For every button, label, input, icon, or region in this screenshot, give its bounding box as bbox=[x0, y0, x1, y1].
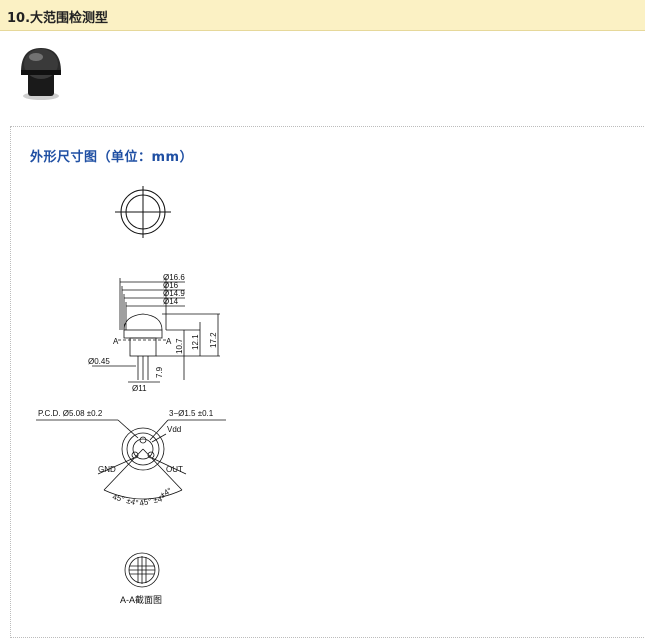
dim-label: 12.1 bbox=[191, 334, 200, 350]
pin-diameter-label: Ø0.45 bbox=[88, 357, 110, 366]
out-label: OUT bbox=[166, 465, 183, 474]
dim-label: 17.2 bbox=[209, 332, 218, 348]
angle-label: 45° ±4° bbox=[111, 492, 139, 508]
pcd-label: P.C.D. Ø5.08 ±0.2 bbox=[38, 409, 103, 418]
side-view bbox=[92, 278, 220, 383]
dimension-drawing: Ø16.6 Ø16 Ø14.9 Ø14 A A 10.7 12.1 17.2 Ø… bbox=[36, 186, 226, 605]
cross-section-caption: A-A截面图 bbox=[120, 594, 162, 605]
gnd-label: GND bbox=[98, 465, 116, 474]
top-view bbox=[115, 186, 171, 238]
body-diameter-label: Ø11 bbox=[132, 384, 147, 393]
dim-label: 10.7 bbox=[175, 338, 184, 354]
vdd-label: Vdd bbox=[167, 425, 181, 434]
dim-label: Ø14 bbox=[163, 297, 179, 306]
pin-length-label: 7.9 bbox=[155, 366, 164, 378]
side-view-labels: Ø16.6 Ø16 Ø14.9 Ø14 A A 10.7 12.1 17.2 Ø… bbox=[88, 273, 218, 393]
pin-view-labels: P.C.D. Ø5.08 ±0.2 3−Ø1.5 ±0.1 Vdd GND OU… bbox=[38, 409, 214, 508]
angle-tolerance-label: ±4° bbox=[159, 486, 174, 500]
pin-view bbox=[36, 419, 226, 500]
section-mark-left: A bbox=[113, 337, 119, 346]
holes-label: 3−Ø1.5 ±0.1 bbox=[169, 409, 214, 418]
section-mark-right: A bbox=[166, 337, 172, 346]
cross-section-view bbox=[124, 552, 160, 588]
